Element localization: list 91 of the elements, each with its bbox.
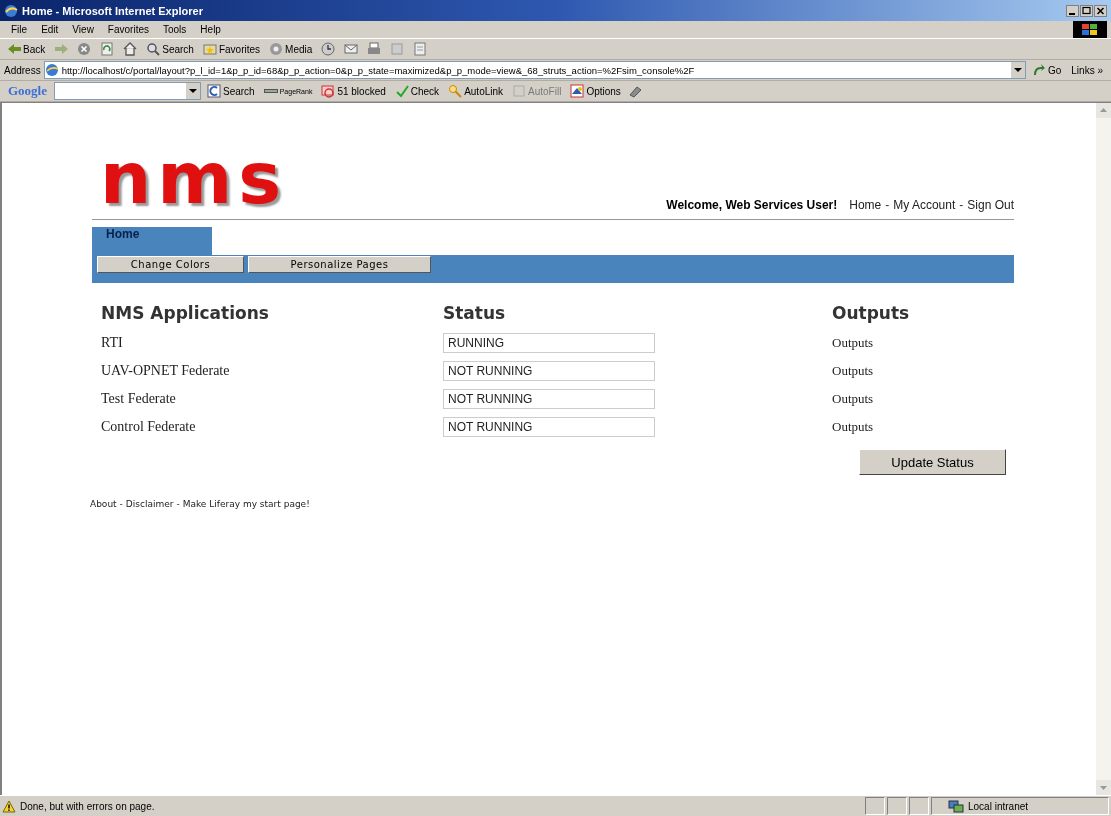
warning-icon [2,799,16,813]
autolink-button[interactable]: AutoLink [445,82,507,100]
back-arrow-icon [7,42,21,56]
bar-icon [263,89,278,93]
status-field[interactable]: NOT RUNNING [443,417,655,437]
tab[interactable]: Home [92,227,212,255]
maximize-icon[interactable] [1080,4,1093,17]
outputs-link[interactable]: Outputs [832,387,1014,411]
form-icon [512,84,527,98]
scroll-down-icon[interactable] [1096,780,1111,795]
page-icon [44,63,59,77]
magnifier-icon [448,84,463,98]
browser-icon [4,3,18,18]
dropdown-icon[interactable] [186,83,200,99]
favorites-button[interactable]: Favorites [199,40,264,58]
square-icon [390,42,405,56]
status-field[interactable]: RUNNING [443,333,655,353]
minimize-icon[interactable] [1066,4,1079,17]
scroll-up-icon[interactable] [1096,103,1111,118]
search-field[interactable] [54,82,201,100]
separator: - [959,198,964,212]
printer-icon [367,42,382,56]
search-button[interactable]: Search [204,82,258,100]
menu-item[interactable]: Favorites [100,24,156,35]
outputs-link[interactable]: Outputs [832,359,1014,383]
application-name: UAV-OPNET Federate [101,362,231,380]
menu-item[interactable]: Edit [34,24,66,35]
column-header: Outputs [832,303,911,325]
back-button[interactable]: Back [4,40,49,58]
status-pane [865,797,885,815]
outputs-link[interactable]: Outputs [832,331,1014,355]
address-label: Address [4,64,41,76]
blocked-button[interactable]: 51 blocked [318,82,389,100]
status-text: Done, but with errors on page. [20,800,155,812]
footer-link[interactable]: About [90,499,117,509]
status-pane [909,797,929,815]
options-icon [570,84,585,98]
page-button[interactable]: Personalize Pages [248,256,431,273]
update-status-button[interactable]: Update Status [859,449,1006,475]
search-button[interactable]: Search [143,40,197,58]
windows-logo-icon [1080,22,1100,37]
popup-blocked-icon [321,84,336,98]
menu-item[interactable]: File [4,24,35,35]
nav-link[interactable]: Sign Out [967,198,1014,212]
go-button[interactable]: Go [1028,61,1065,79]
status-pane [887,797,907,815]
zone-text: Local intranet [968,800,1029,812]
outputs-link[interactable]: Outputs [832,415,1014,439]
clock-icon [321,42,336,56]
spellcheck-icon [394,84,409,98]
links-button[interactable]: Links » [1067,64,1107,76]
document-icon [413,42,428,56]
search-icon [207,84,221,98]
nav-link[interactable]: Home [849,198,882,212]
check-button[interactable]: Check [391,82,443,100]
envelope-icon [344,42,359,56]
separator: - [119,499,123,509]
window-title: Home - Microsoft Internet Explorer [22,4,203,17]
menu-item[interactable]: Tools [156,24,194,35]
media-button[interactable]: Media [266,40,316,58]
status-field[interactable]: NOT RUNNING [443,389,655,409]
disc-icon [269,42,284,56]
separator: - [176,499,180,509]
star-folder-icon [202,42,217,56]
application-name: Control Federate [101,418,197,436]
search-icon [146,42,161,56]
forward-arrow-icon [54,42,69,56]
nav-link[interactable]: My Account [893,198,956,212]
status-field[interactable]: NOT RUNNING [443,361,655,381]
menu-item[interactable]: Help [193,24,228,35]
welcome-text: Welcome, Web Services User! [666,198,838,212]
menu-item[interactable]: View [65,24,101,35]
address-field[interactable]: http://localhost/c/portal/layout?p_l_id=1&p_p_id=68&p_p_action=0&p_p_state=maximized&p_p_mode=view&_68_struts_action=%2Fsim_console%2F [43,61,1026,79]
application-name: RTI [101,334,124,352]
refresh-icon [100,42,115,56]
separator: - [885,198,890,212]
intranet-icon [948,799,964,813]
home-icon [123,42,138,56]
footer-link[interactable]: Make Liferay my start page! [182,499,310,509]
logo: nms [99,143,288,213]
scrollbar[interactable] [1096,103,1111,795]
stop-icon [77,42,92,56]
close-icon[interactable] [1094,4,1107,17]
go-arrow-icon [1031,63,1046,77]
dropdown-icon[interactable] [1010,62,1025,78]
page-button[interactable]: Change Colors [97,256,244,273]
column-header: Status [443,303,507,325]
column-header: NMS Applications [101,303,270,325]
footer-link[interactable]: Disclaimer [125,499,174,509]
options-button[interactable]: Options [567,82,624,100]
application-name: Test Federate [101,390,177,408]
